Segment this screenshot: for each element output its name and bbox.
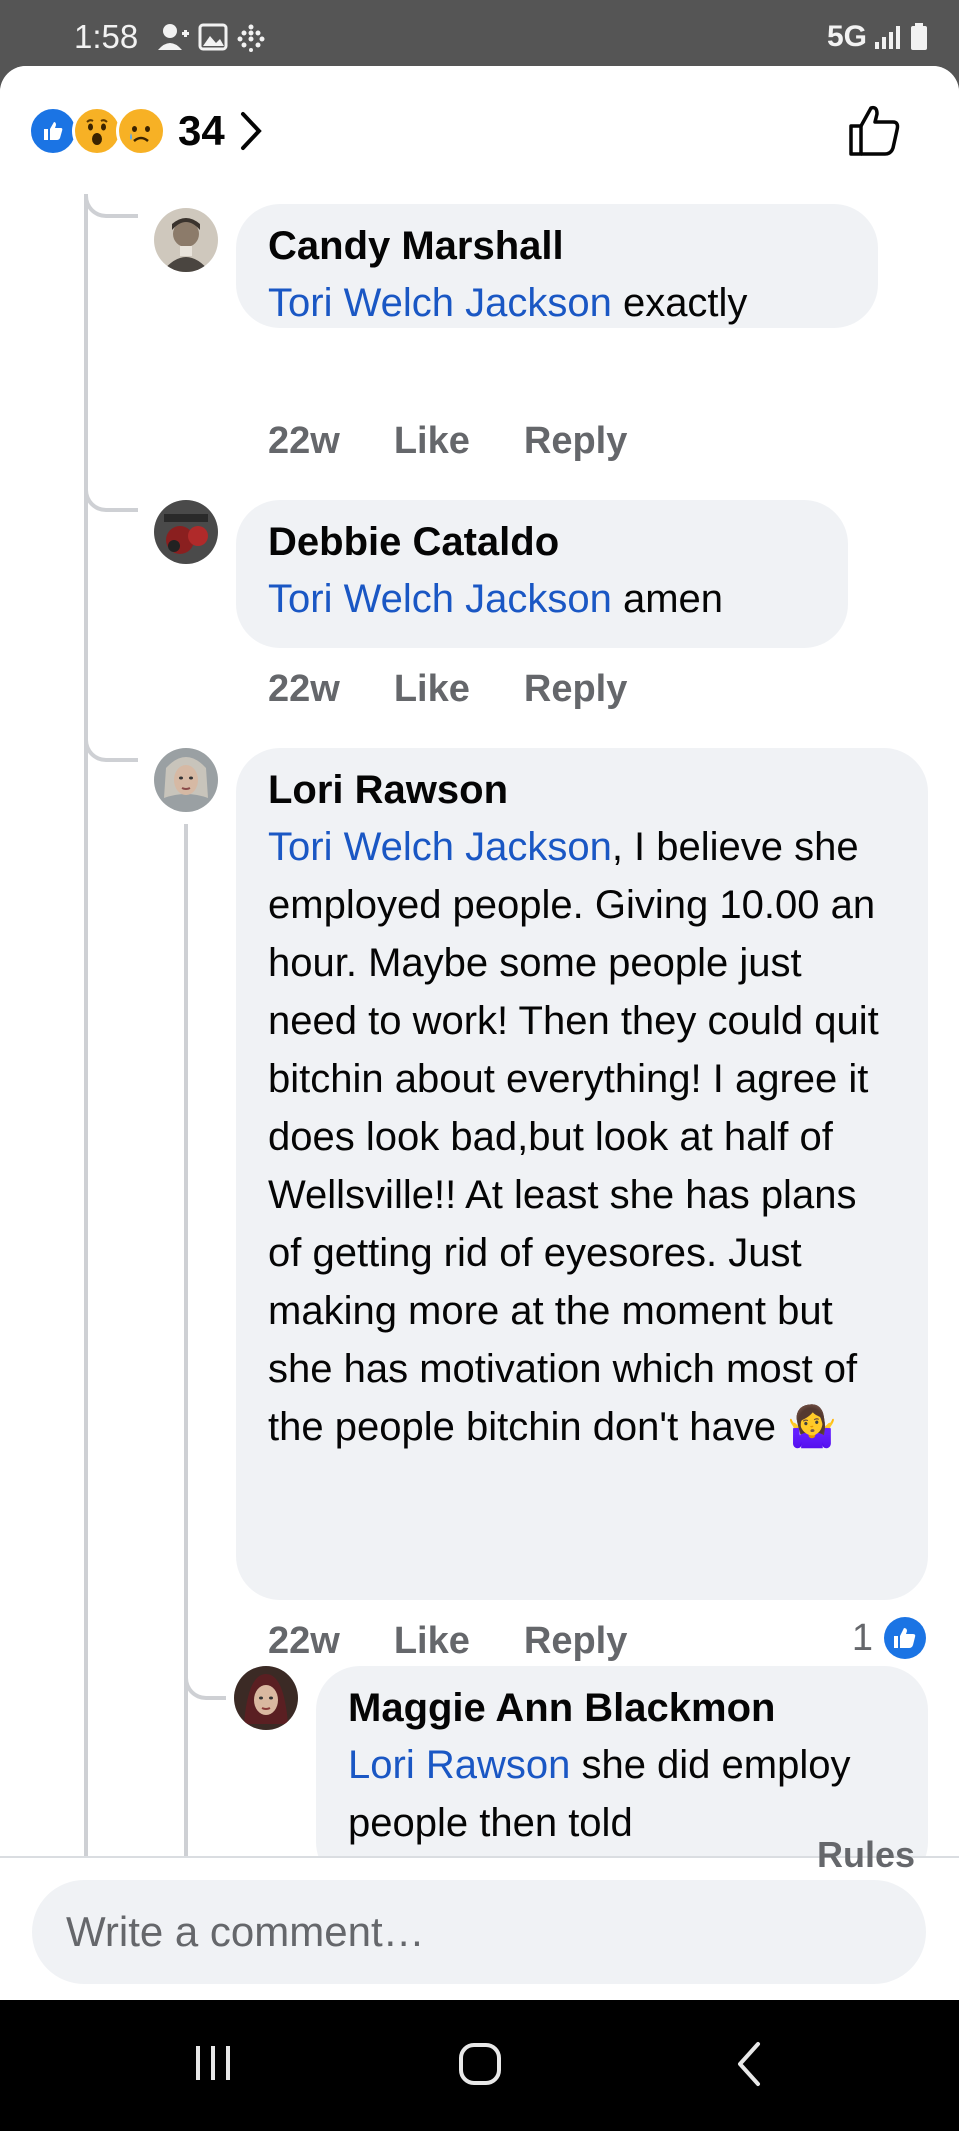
mention-link[interactable]: Lori Rawson <box>348 1743 570 1787</box>
comment-actions: 22w Like Reply <box>268 420 627 463</box>
comment-thread[interactable]: Candy Marshall Tori Welch Jackson exactl… <box>0 194 959 1856</box>
mention-link[interactable]: Tori Welch Jackson <box>268 281 612 325</box>
status-bar: 1:58 5G <box>0 0 959 66</box>
like-button[interactable]: Like <box>394 420 470 463</box>
comment-message: , I believe she employed people. Giving … <box>268 825 879 1449</box>
like-icon <box>28 106 78 156</box>
sad-icon <box>116 106 166 156</box>
reply-button[interactable]: Reply <box>524 420 627 463</box>
mention-link[interactable]: Tori Welch Jackson <box>268 577 612 621</box>
comment-text: Lori Rawson she did employ people then t… <box>348 1736 896 1852</box>
reaction-summary[interactable]: 34 <box>28 106 263 156</box>
reactions-header: 34 <box>0 66 959 194</box>
comment-author[interactable]: Lori Rawson <box>268 762 896 818</box>
thread-connector <box>84 464 138 512</box>
comment-age: 22w <box>268 420 340 462</box>
comment-text: Tori Welch Jackson amen <box>268 570 816 628</box>
comment-author[interactable]: Maggie Ann Blackmon <box>348 1680 896 1736</box>
avatar[interactable] <box>154 500 218 564</box>
thread-connector <box>184 1656 226 1700</box>
comment-bubble[interactable]: Lori Rawson Tori Welch Jackson, I believ… <box>236 748 928 1600</box>
wow-icon <box>72 106 122 156</box>
like-button[interactable]: Like <box>394 1620 470 1663</box>
gallery-icon <box>198 23 228 51</box>
system-navigation-bar <box>0 2000 959 2131</box>
comment-age: 22w <box>268 668 340 710</box>
comment-actions: 22w Like Reply <box>268 668 627 711</box>
back-icon[interactable] <box>734 2040 764 2088</box>
reaction-count: 34 <box>178 107 225 154</box>
person-icon <box>158 24 189 50</box>
rules-link[interactable]: Rules <box>817 1834 915 1876</box>
like-icon <box>884 1617 926 1659</box>
comment-input[interactable]: Write a comment… <box>32 1880 926 1984</box>
comment-author[interactable]: Debbie Cataldo <box>268 514 816 570</box>
comment-reaction-count[interactable]: 1 <box>852 1616 927 1660</box>
avatar[interactable] <box>154 748 218 812</box>
reply-thread-line <box>184 824 188 1856</box>
comment-bubble[interactable]: Candy Marshall Tori Welch Jackson exactl… <box>236 204 878 328</box>
thread-connector <box>84 194 138 218</box>
thread-connector <box>84 714 138 762</box>
network-label: 5G <box>826 20 867 53</box>
status-time: 1:58 <box>74 18 139 55</box>
like-button[interactable]: Like <box>394 668 470 711</box>
home-icon[interactable] <box>456 2040 504 2088</box>
comment-bubble[interactable]: Debbie Cataldo Tori Welch Jackson amen <box>236 500 848 648</box>
thread-line <box>84 194 88 1856</box>
reply-button[interactable]: Reply <box>524 668 627 711</box>
status-icons <box>156 22 266 52</box>
comment-author[interactable]: Candy Marshall <box>268 218 846 274</box>
comment-age: 22w <box>268 1620 340 1662</box>
reply-button[interactable]: Reply <box>524 1620 627 1663</box>
dots-grid-icon <box>237 24 265 52</box>
comment-bubble[interactable]: Maggie Ann Blackmon Lori Rawson she did … <box>316 1666 928 1856</box>
comment-message: exactly <box>611 281 748 325</box>
comment-text: Tori Welch Jackson, I believe she employ… <box>268 818 896 1456</box>
reaction-number: 1 <box>851 1616 873 1659</box>
mention-link[interactable]: Tori Welch Jackson <box>268 825 612 869</box>
signal-icon <box>875 26 900 49</box>
comment-text: Tori Welch Jackson exactly <box>268 274 846 332</box>
battery-icon <box>911 23 927 50</box>
comments-sheet: 34 Candy Marshall Tori Welch Jackson exa… <box>0 66 959 2000</box>
chevron-right-icon <box>240 112 262 150</box>
thumbs-up-icon[interactable] <box>847 102 903 158</box>
comment-message: amen <box>611 577 723 621</box>
avatar[interactable] <box>234 1666 298 1730</box>
avatar[interactable] <box>154 208 218 272</box>
recent-apps-icon[interactable] <box>190 2040 236 2086</box>
comment-actions: 22w Like Reply <box>268 1620 627 1663</box>
